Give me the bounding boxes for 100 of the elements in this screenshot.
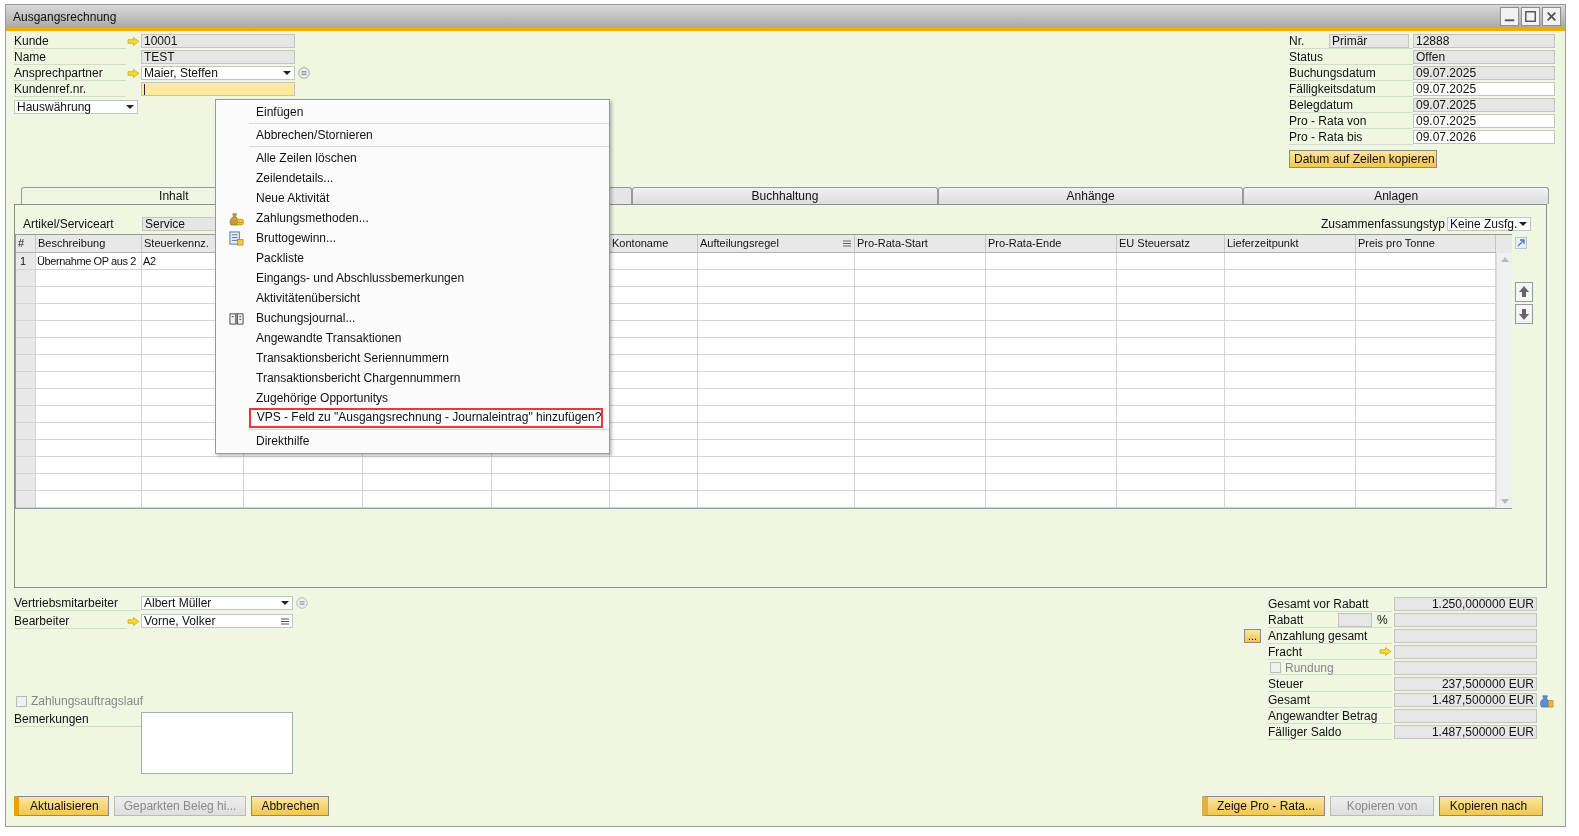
menu-item[interactable]: Direkthilfe: [216, 431, 605, 451]
field-label: Gesamt: [1268, 692, 1310, 707]
dropdown-arrow-icon[interactable]: [126, 105, 134, 109]
series-field[interactable]: Primär: [1329, 34, 1409, 48]
row-number: [16, 457, 36, 474]
expand-icon[interactable]: [1515, 237, 1527, 249]
row-number: [16, 304, 36, 321]
field-label: Fälliger Saldo: [1268, 724, 1342, 739]
remarks-field[interactable]: [141, 712, 293, 774]
money-bag-icon: [228, 210, 244, 226]
text-field[interactable]: 12888: [1413, 34, 1555, 48]
action-button[interactable]: Zeige Pro - Rata...: [1201, 796, 1325, 816]
field-label: Rabatt: [1268, 612, 1305, 627]
menu-item[interactable]: Einfügen: [216, 102, 605, 122]
currency-dropdown[interactable]: Hauswährung: [14, 100, 138, 114]
row-number: [16, 423, 36, 440]
field-label: Gesamt vor Rabatt: [1268, 596, 1369, 611]
text-field[interactable]: Offen: [1413, 50, 1555, 64]
text-field[interactable]: 09.07.2025: [1413, 98, 1555, 112]
field-label: Zusammenfassungstyp: [1320, 216, 1445, 231]
maximize-button[interactable]: [1521, 7, 1540, 26]
menu-item[interactable]: Transaktionsbericht Chargennummern: [216, 368, 605, 388]
money-bag-icon[interactable]: [1538, 692, 1554, 708]
row-number: [16, 406, 36, 423]
move-down-button[interactable]: [1515, 304, 1533, 324]
action-button[interactable]: Kopieren nach: [1439, 796, 1543, 816]
field-label: Ansprechpartner: [14, 65, 126, 81]
menu-item[interactable]: VPS - Feld zu "Ausgangsrechnung - Journaleintrag" hinzufügen?: [249, 408, 603, 428]
checkbox-label: Zahlungsauftragslauf: [31, 694, 144, 708]
row-number: [16, 287, 36, 304]
amount-field: 1.487,500000 EUR: [1394, 725, 1537, 739]
menu-item[interactable]: Abbrechen/Stornieren: [216, 125, 605, 145]
text-field[interactable]: 09.07.2025: [1413, 82, 1555, 96]
field-label: Pro - Rata von: [1289, 113, 1413, 129]
scroll-down-icon[interactable]: [1500, 499, 1509, 504]
window-title: Ausgangsrechnung: [13, 9, 117, 24]
text-field[interactable]: Vorne, Volker: [141, 614, 293, 628]
book-icon: [228, 310, 244, 326]
field-label: Angewandter Betrag: [1268, 708, 1378, 723]
text-field[interactable]: 09.07.2026: [1413, 130, 1555, 144]
scrollbar[interactable]: [1496, 253, 1512, 508]
move-up-button[interactable]: [1515, 282, 1533, 302]
link-arrow-icon[interactable]: [127, 68, 140, 78]
field-label: Kunde: [14, 33, 126, 49]
tab[interactable]: Anlagen: [1243, 187, 1549, 204]
tab[interactable]: Anhänge: [937, 187, 1244, 204]
list-icon[interactable]: [281, 618, 289, 625]
row-number: [16, 372, 36, 389]
amount-field: 237,500000 EUR: [1394, 677, 1537, 691]
field-label: Vertriebsmitarbeiter: [14, 595, 141, 611]
menu-item[interactable]: Aktivitätenübersicht: [216, 288, 605, 308]
field-label: Buchungsdatum: [1289, 65, 1413, 81]
field-label: Steuer: [1268, 676, 1304, 691]
link-arrow-icon[interactable]: [127, 36, 140, 46]
field-label: Belegdatum: [1289, 97, 1413, 113]
scroll-up-icon[interactable]: [1500, 257, 1509, 262]
menu-item[interactable]: Zeilendetails...: [216, 168, 605, 188]
percent-field[interactable]: [1338, 612, 1372, 627]
menu-item[interactable]: Buchungsjournal...: [216, 308, 605, 328]
row-number: [16, 270, 36, 287]
action-button[interactable]: Abbrechen: [251, 796, 330, 816]
dropdown-arrow-icon[interactable]: [283, 71, 291, 75]
copy-dates-button[interactable]: Datum auf Zeilen kopieren: [1289, 150, 1437, 168]
dropdown-arrow-icon[interactable]: [281, 601, 289, 605]
field-label: Fälligkeitsdatum: [1289, 81, 1413, 97]
checkbox-label: Rundung: [1285, 660, 1334, 675]
row-number: [16, 491, 36, 508]
text-field[interactable]: TEST: [141, 50, 295, 64]
text-field[interactable]: 09.07.2025: [1413, 114, 1555, 128]
list-icon[interactable]: [843, 240, 851, 247]
action-button[interactable]: Aktualisieren: [14, 796, 109, 816]
close-button[interactable]: [1542, 7, 1561, 26]
row-number: [16, 389, 36, 406]
dropdown-arrow-icon[interactable]: [1519, 221, 1527, 226]
summary-type-dropdown[interactable]: Keine Zusfg.: [1447, 216, 1531, 231]
menu-item[interactable]: Angewandte Transaktionen: [216, 328, 605, 348]
text-field[interactable]: 09.07.2025: [1413, 66, 1555, 80]
menu-item[interactable]: Transaktionsbericht Seriennummern: [216, 348, 605, 368]
field-label: Pro - Rata bis: [1289, 129, 1413, 145]
row-number: [16, 474, 36, 491]
menu-item[interactable]: Zugehörige Opportunitys: [216, 388, 605, 408]
menu-item[interactable]: Eingangs- und Abschlussbemerkungen: [216, 268, 605, 288]
tab[interactable]: Buchhaltung: [632, 187, 938, 204]
field-label: Name: [14, 49, 126, 65]
link-arrow-icon[interactable]: [1379, 647, 1392, 656]
field-label: Bearbeiter: [14, 613, 126, 629]
dropdown-field[interactable]: Maier, Steffen: [141, 66, 295, 80]
link-arrow-icon[interactable]: [127, 616, 140, 626]
minimize-button[interactable]: [1500, 7, 1519, 26]
field-label: Fracht: [1268, 644, 1302, 659]
spreadsheet-icon: [228, 230, 244, 246]
unit-label: %: [1377, 612, 1388, 627]
table-cell: Übernahme OP aus 2: [36, 253, 142, 270]
amount-field: 1.250,000000 EUR: [1394, 597, 1537, 611]
dropdown-field[interactable]: Albert Müller: [141, 596, 293, 610]
text-field[interactable]: [141, 82, 295, 96]
row-number: 1: [16, 253, 36, 270]
more-button[interactable]: ...: [1244, 629, 1262, 643]
text-field[interactable]: 10001: [141, 34, 295, 48]
menu-item[interactable]: Alle Zeilen löschen: [216, 148, 605, 168]
